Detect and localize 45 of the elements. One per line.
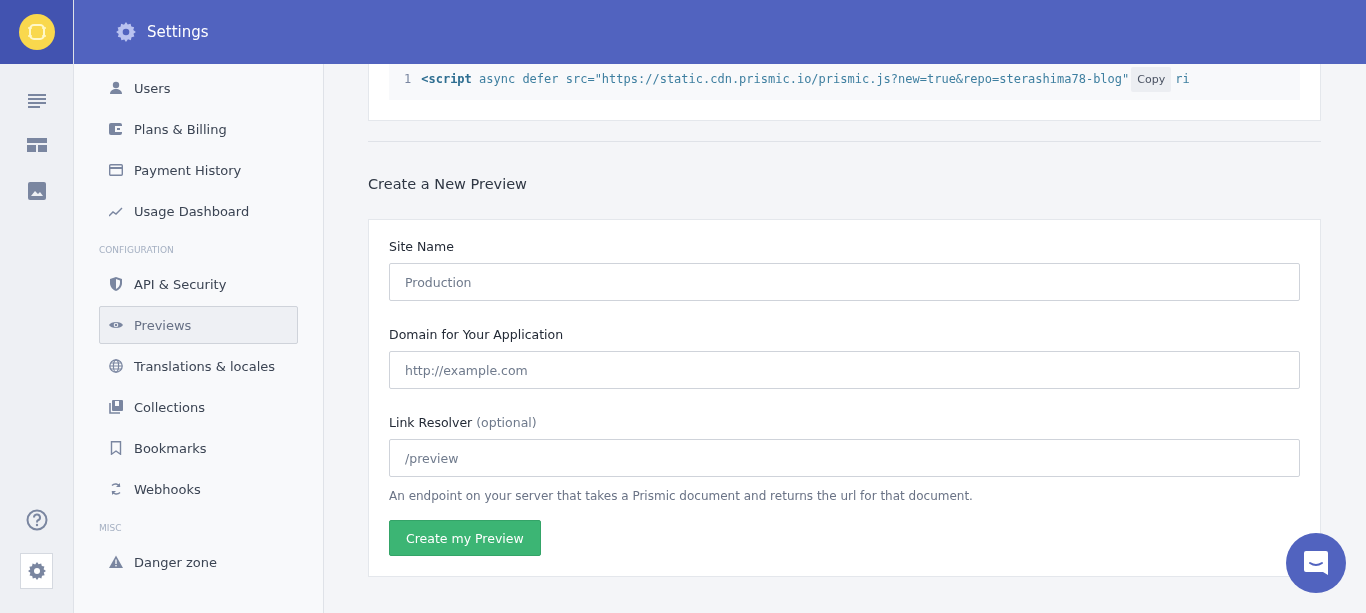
help-icon[interactable]: [25, 509, 48, 531]
code-text: ri: [1175, 72, 1190, 86]
nav-item[interactable]: Users: [99, 69, 298, 107]
nav-item[interactable]: Danger zone: [99, 543, 298, 581]
nav-item[interactable]: Translations & locales: [99, 347, 298, 385]
globe-icon: [109, 359, 123, 373]
input-field[interactable]: /preview: [389, 439, 1300, 477]
nav-item[interactable]: API & Security: [99, 265, 298, 303]
line-number: 1: [404, 72, 412, 86]
user-icon: [109, 81, 123, 95]
nav-item[interactable]: Bookmarks: [99, 429, 298, 467]
settings-button[interactable]: [20, 553, 53, 589]
help-text: An endpoint on your server that takes a Prismic document and returns the url for that document.: [389, 489, 974, 503]
code-text: <script async defer src="https://static.cdn.prismic.io/prismic.js?new=true&repo=sterashima78-blog": [421, 72, 1130, 86]
chat-button[interactable]: [1286, 533, 1346, 593]
sync-icon: [109, 482, 123, 496]
input-field[interactable]: http://example.com: [389, 351, 1300, 389]
nav-item[interactable]: Usage Dashboard: [99, 192, 298, 230]
section-heading: CONFIGURATION: [99, 244, 175, 255]
copy-button[interactable]: Copy: [1131, 66, 1172, 92]
wallet-icon: [109, 122, 123, 136]
page-title: Settings: [147, 23, 209, 41]
nav-item[interactable]: Collections: [99, 388, 298, 426]
list-icon[interactable]: [27, 94, 46, 108]
nav-item[interactable]: Previews: [99, 306, 298, 344]
stacked-cards-icon: [109, 400, 123, 414]
image-icon[interactable]: [27, 182, 46, 200]
section-title: Create a New Preview: [368, 176, 528, 192]
chat-bubble-icon: [1303, 550, 1329, 576]
settings-icon: [115, 21, 137, 43]
layout-icon[interactable]: [26, 138, 47, 152]
warning-icon: [109, 555, 123, 569]
section-heading: MISC: [99, 522, 123, 533]
gear-icon: [26, 561, 47, 581]
bookmark-icon: [109, 441, 123, 455]
nav-item[interactable]: Payment History: [99, 151, 298, 189]
nav-item[interactable]: Webhooks: [99, 470, 298, 508]
nav-item[interactable]: Plans & Billing: [99, 110, 298, 148]
logo-icon[interactable]: [18, 14, 55, 50]
field-label: Domain for Your Application: [389, 327, 565, 342]
field-label: Site Name: [389, 239, 455, 254]
shield-icon: [109, 277, 123, 291]
credit-card-icon: [109, 163, 123, 177]
field-label: Link Resolver (optional): [389, 415, 538, 430]
input-field[interactable]: Production: [389, 263, 1300, 301]
